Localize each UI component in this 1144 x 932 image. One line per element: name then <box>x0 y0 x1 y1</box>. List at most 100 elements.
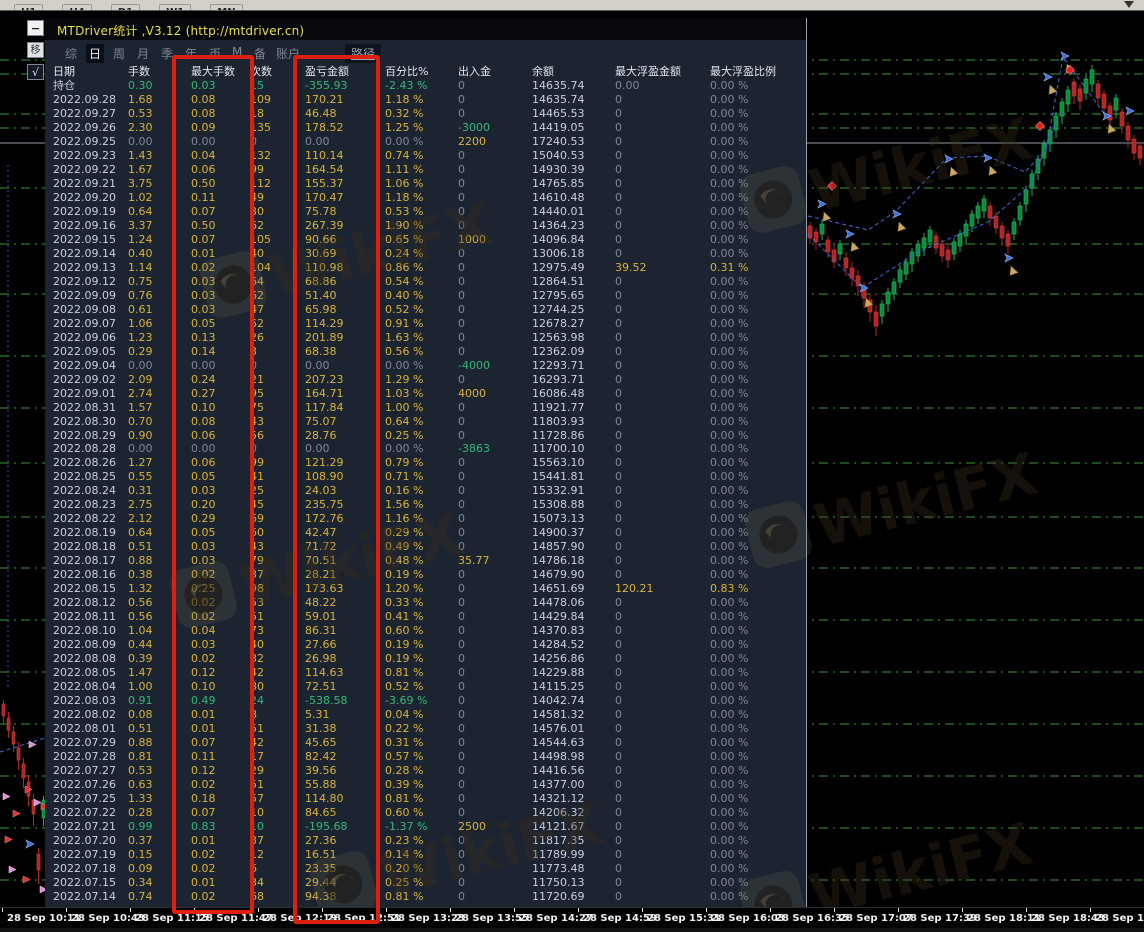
cell: 0.22 % <box>385 722 458 736</box>
table-row: 2022.08.261.270.0699121.290.79 %015563.1… <box>45 456 806 470</box>
cell: 0 <box>458 289 532 303</box>
table-row: 2022.07.150.340.013429.440.25 %011750.13… <box>45 876 806 890</box>
cell: 0 <box>458 526 532 540</box>
cell: 0.00 % <box>710 233 806 247</box>
cell: 0.00 % <box>710 247 806 261</box>
cell: 14900.37 <box>532 526 615 540</box>
cell: 0.00 % <box>710 540 806 554</box>
period-button-h1[interactable]: H1 <box>14 4 43 11</box>
cell: 0.00 % <box>385 359 458 373</box>
table-row: 2022.09.231.430.04132110.140.74 %015040.… <box>45 149 806 163</box>
cell: 持仓 <box>53 79 128 93</box>
cell: 0 <box>615 540 710 554</box>
menu-item-2[interactable]: 周 <box>110 44 128 63</box>
cell: 2022.08.01 <box>53 722 128 736</box>
table-row: 2022.08.250.550.0541108.900.71 %015441.8… <box>45 470 806 484</box>
period-button-w1[interactable]: W1 <box>159 4 191 11</box>
cell: 0 <box>615 275 710 289</box>
cell: 13006.18 <box>532 247 615 261</box>
cell: 0 <box>615 806 710 820</box>
cell: 0 <box>615 331 710 345</box>
table-row: 2022.08.051.470.1242114.630.81 %014229.8… <box>45 666 806 680</box>
panel-title-bar[interactable]: MTDriver统计 ,V3.12 (http://mtdriver.cn) <box>45 18 806 40</box>
cell: 0 <box>615 834 710 848</box>
cell: 2022.08.17 <box>53 554 128 568</box>
menu-item-1[interactable]: 日 <box>86 44 104 63</box>
menu-item-0[interactable]: 综 <box>62 44 80 63</box>
table-row: 2022.07.180.090.02623.350.20 %011773.480… <box>45 862 806 876</box>
period-button-d1[interactable]: D1 <box>111 4 140 11</box>
cell: 1.18 % <box>385 191 458 205</box>
exit-triangle-icon <box>895 222 907 234</box>
menu-item-3[interactable]: 月 <box>134 44 152 63</box>
cell: 0.28 % <box>385 764 458 778</box>
cell: 0 <box>615 890 710 904</box>
cell: 12795.65 <box>532 289 615 303</box>
cell: 11750.13 <box>532 876 615 890</box>
axis-tick <box>1026 908 1027 912</box>
cell: 2022.08.18 <box>53 540 128 554</box>
cell: 2022.08.22 <box>53 512 128 526</box>
cell: -3863 <box>458 442 532 456</box>
cell: 2022.09.05 <box>53 345 128 359</box>
axis-tick <box>962 908 963 912</box>
cell: 0 <box>615 750 710 764</box>
cell: 0 <box>615 163 710 177</box>
table-row: 2022.08.290.900.065628.760.25 %011728.86… <box>45 429 806 443</box>
axis-label: 28 Sep 10:43 <box>71 913 145 924</box>
toolbar-overflow-icon[interactable] <box>1124 1 1134 8</box>
cell: 0 <box>458 666 532 680</box>
column-header-9: 最大浮盈比例 <box>710 63 806 79</box>
cell: 0.32 % <box>385 107 458 121</box>
cell: 0.00 % <box>710 205 806 219</box>
cell: 0.00 <box>615 79 710 93</box>
cell: 0.00 % <box>710 526 806 540</box>
cell: 120.21 <box>615 582 710 596</box>
period-button-h4[interactable]: H4 <box>62 4 91 11</box>
table-row: 2022.07.200.370.013727.360.23 %011817.35… <box>45 834 806 848</box>
move-icon[interactable]: 移 <box>27 42 44 58</box>
cell: 0.04 % <box>385 708 458 722</box>
cell: 0 <box>458 93 532 107</box>
cell: -1.37 % <box>385 820 458 834</box>
cell: 0.00 % <box>710 289 806 303</box>
cell: 2022.09.16 <box>53 219 128 233</box>
minimize-button[interactable]: − <box>27 20 44 36</box>
period-button-mn[interactable]: MN <box>210 4 242 11</box>
cell: 0 <box>458 694 532 708</box>
mt4-workspace: { "toolbar": {"periods": ["H1","H4","D1"… <box>0 0 1144 931</box>
axis-label: 28 Sep 11:47 <box>199 913 273 924</box>
cell: 1.03 % <box>385 387 458 401</box>
cell: 0 <box>615 149 710 163</box>
cell: 2022.09.21 <box>53 177 128 191</box>
cell: 1000 <box>458 233 532 247</box>
sell-arrow-icon <box>5 836 12 843</box>
cell: 0 <box>615 219 710 233</box>
cell: 0.00 % <box>710 163 806 177</box>
cell: 14377.00 <box>532 778 615 792</box>
cell: 0.19 % <box>385 652 458 666</box>
cell: 0 <box>615 526 710 540</box>
panel-menu: 综日周月季年币M备账户路径 <box>45 42 806 62</box>
cell: 0 <box>458 107 532 121</box>
cell: 0.00 % <box>710 121 806 135</box>
cell: 0.81 % <box>385 666 458 680</box>
table-row: 2022.08.010.510.015131.380.22 %014576.01… <box>45 722 806 736</box>
cell: 0.31 % <box>710 261 806 275</box>
cell: 14679.90 <box>532 568 615 582</box>
cell: 2022.07.22 <box>53 806 128 820</box>
cell: 11789.99 <box>532 848 615 862</box>
cell: 0.00 % <box>710 401 806 415</box>
table-row: 2022.08.151.320.2598173.631.20 %014651.6… <box>45 582 806 596</box>
cell: 2022.08.16 <box>53 568 128 582</box>
cell: 0.00 % <box>710 806 806 820</box>
axis-tick <box>386 908 387 912</box>
cell: 0.23 % <box>385 834 458 848</box>
cell: 0 <box>615 666 710 680</box>
cell: 1.25 % <box>385 121 458 135</box>
cell: 11720.69 <box>532 890 615 904</box>
table-row: 2022.09.281.680.08109170.211.18 %014635.… <box>45 93 806 107</box>
cell: 0.20 % <box>385 862 458 876</box>
check-icon[interactable]: √ <box>27 64 44 80</box>
cell: 0.71 % <box>385 470 458 484</box>
